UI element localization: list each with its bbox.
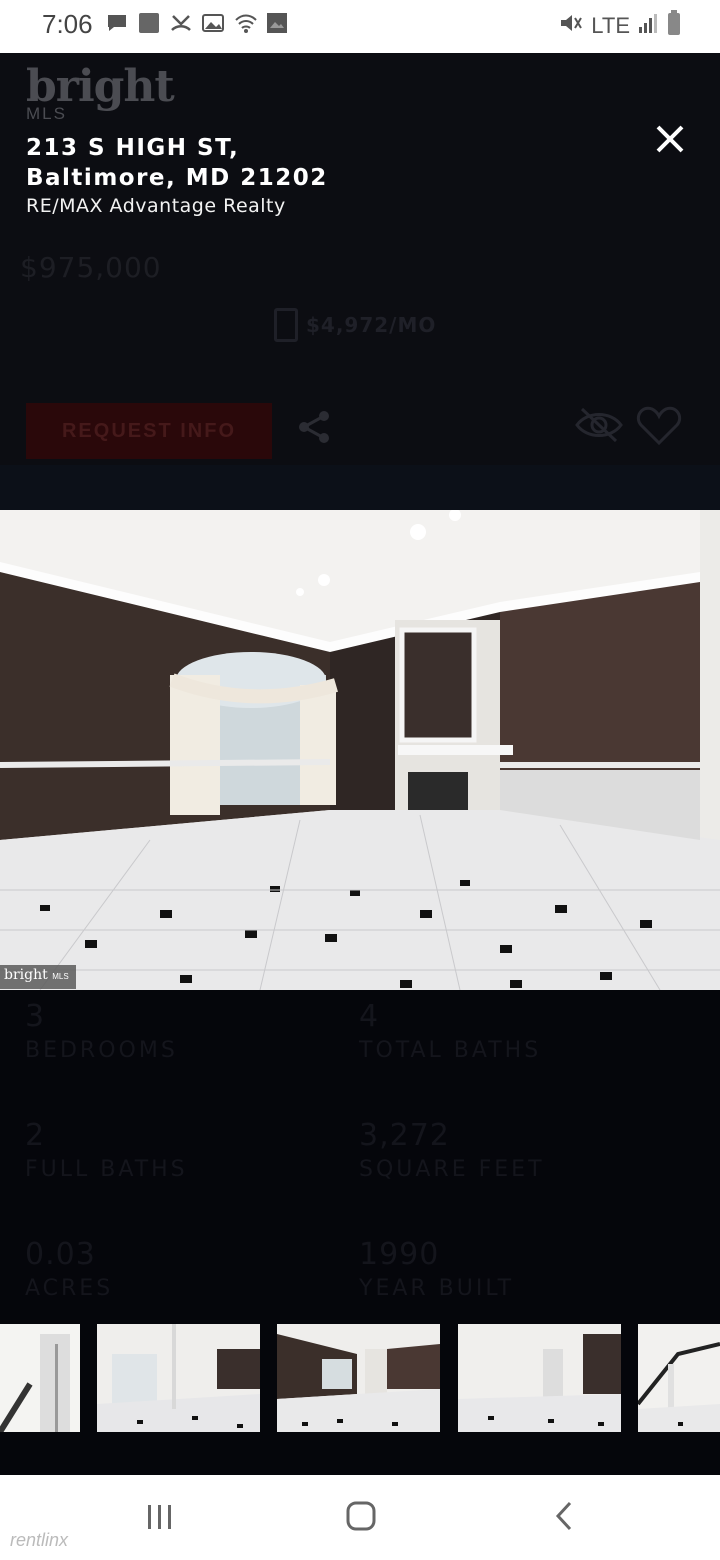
calculator-icon xyxy=(274,308,298,342)
photo-icon xyxy=(266,12,288,34)
stat-value: 1990 xyxy=(359,1237,440,1272)
stat-value: 4 xyxy=(359,999,380,1034)
stat-label: YEAR BUILT xyxy=(359,1276,515,1301)
thumbnail[interactable] xyxy=(97,1324,260,1432)
stat-value: 0.03 xyxy=(25,1237,96,1272)
stat-value: 2 xyxy=(25,1118,46,1153)
battery-icon xyxy=(666,10,682,42)
request-info-button[interactable]: REQUEST INFO xyxy=(26,403,272,459)
action-row: REQUEST INFO xyxy=(0,395,720,465)
message-icon xyxy=(106,12,128,34)
bright-mls-logo: bright MLS xyxy=(26,61,175,124)
share-icon[interactable] xyxy=(296,409,332,445)
listing-title: 213 S HIGH ST, Baltimore, MD 21202 RE/MA… xyxy=(26,133,328,217)
recents-button[interactable] xyxy=(130,1495,190,1539)
main-photo[interactable] xyxy=(0,510,720,990)
listing-modal: bright MLS $975,000 $4,972/MO REQUEST IN… xyxy=(0,53,720,1475)
thumbnail-strip xyxy=(0,1324,720,1432)
rentlinx-watermark: rentlinx xyxy=(10,1530,69,1550)
stat-label: SQUARE FEET xyxy=(359,1157,545,1182)
address-line2: Baltimore, MD 21202 xyxy=(26,165,328,191)
wifi-icon xyxy=(234,12,257,34)
system-nav-bar xyxy=(0,1475,720,1560)
monthly-label: $4,972/MO xyxy=(306,313,437,337)
stat-full-baths: 2 FULL BATHS xyxy=(25,1118,188,1182)
price: $975,000 xyxy=(20,251,162,284)
stat-label: BEDROOMS xyxy=(25,1038,178,1063)
thumbnail[interactable] xyxy=(638,1324,720,1432)
stat-label: ACRES xyxy=(25,1276,114,1301)
stat-year-built: 1990 YEAR BUILT xyxy=(359,1237,514,1301)
home-icon xyxy=(346,1501,376,1531)
status-right: LTE xyxy=(559,10,682,42)
listing-header: bright MLS $975,000 $4,972/MO REQUEST IN… xyxy=(0,53,720,465)
home-button[interactable] xyxy=(331,1495,391,1539)
image-icon xyxy=(202,12,224,34)
notification-icons xyxy=(106,12,288,34)
status-time: 7:06 xyxy=(42,9,93,39)
stat-total-baths: 4 TOTAL BATHS xyxy=(359,999,541,1063)
back-icon xyxy=(555,1501,572,1531)
photo-watermark: bright MLS xyxy=(0,965,76,989)
back-button[interactable] xyxy=(534,1495,594,1539)
missed-call-icon xyxy=(170,12,192,34)
stat-bedrooms: 3 BEDROOMS xyxy=(25,999,178,1063)
stat-value: 3 xyxy=(25,999,46,1034)
stat-acres: 0.03 ACRES xyxy=(25,1237,113,1301)
thumbnail[interactable] xyxy=(277,1324,440,1432)
network-label: LTE xyxy=(591,13,630,38)
signal-icon xyxy=(638,12,658,40)
tab-strip xyxy=(0,465,720,510)
app-icon xyxy=(138,12,160,34)
thumbnail[interactable] xyxy=(458,1324,621,1432)
brokerage: RE/MAX Advantage Realty xyxy=(26,195,286,217)
mute-icon xyxy=(559,12,583,40)
watermark-text: bright xyxy=(4,967,48,983)
hide-icon[interactable] xyxy=(574,405,624,445)
recents-icon xyxy=(148,1505,171,1529)
stat-square-feet: 3,272 SQUARE FEET xyxy=(359,1118,545,1182)
heart-icon[interactable] xyxy=(636,405,682,447)
thumbnail[interactable] xyxy=(0,1324,80,1432)
close-icon xyxy=(656,125,684,153)
close-button[interactable] xyxy=(652,121,688,157)
stat-label: FULL BATHS xyxy=(25,1157,188,1182)
stat-label: TOTAL BATHS xyxy=(359,1038,542,1063)
monthly-estimate[interactable]: $4,972/MO xyxy=(274,308,436,342)
status-bar: 7:06 LTE xyxy=(0,0,720,53)
address-line1: 213 S HIGH ST, xyxy=(26,135,240,161)
stat-value: 3,272 xyxy=(359,1118,450,1153)
watermark-sub: MLS xyxy=(52,972,69,981)
